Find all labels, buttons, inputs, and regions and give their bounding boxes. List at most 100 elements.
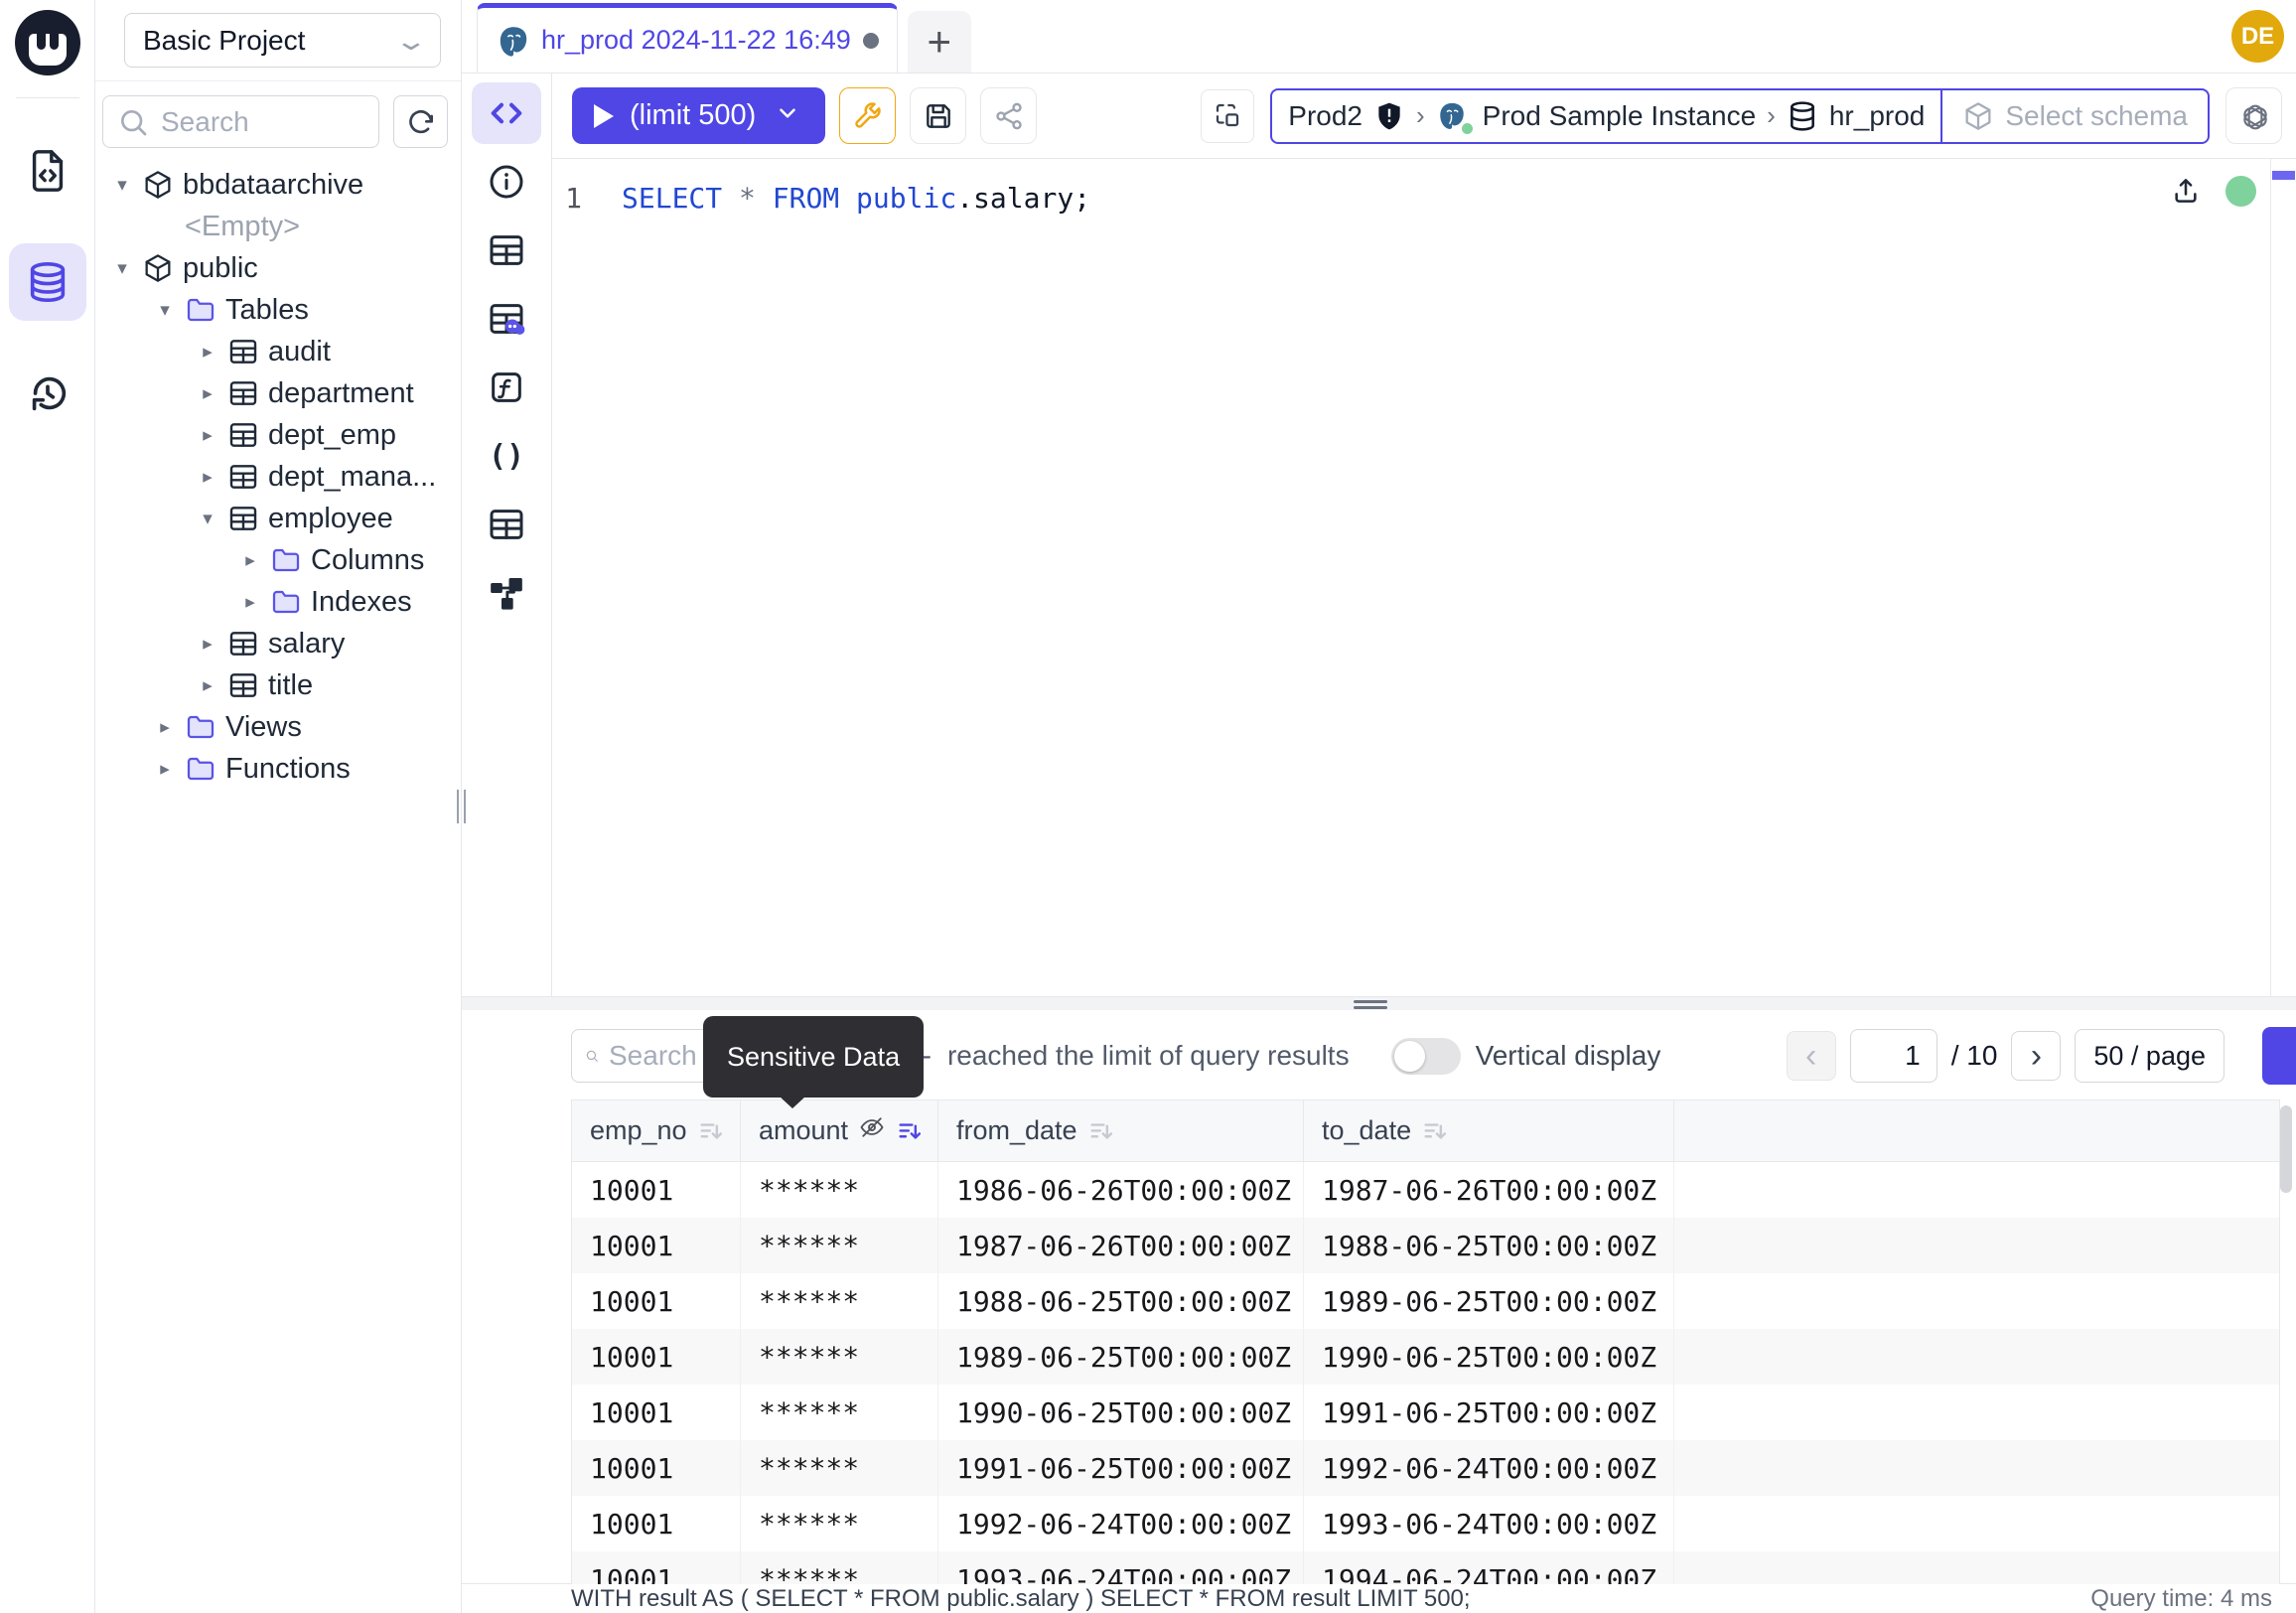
chevron-collapsed-icon[interactable]: ▸ [154,716,176,739]
tree-item-audit[interactable]: ▸ audit [95,331,461,372]
column-header-amount[interactable]: amount [741,1100,938,1161]
table-row[interactable]: 10001******1991-06-25T00:00:00Z1992-06-2… [572,1440,2279,1496]
column-header-emp_no[interactable]: emp_no [572,1100,741,1161]
batch-query-button[interactable] [1201,89,1254,143]
editor-rail-table-detail[interactable] [472,220,541,281]
table-row[interactable]: 10001******1993-06-24T00:00:00Z1994-06-2… [572,1551,2279,1584]
cell-to_date: 1987-06-26T00:00:00Z [1304,1162,1674,1218]
tree-item-public[interactable]: ▾public [95,247,461,289]
bytebase-logo-face [29,34,67,66]
rail-item-history[interactable] [9,355,86,432]
sidebar-resize-handle[interactable] [457,790,466,823]
editor-rail-procedure[interactable]: () [472,425,541,487]
panel-splitter[interactable] [462,996,2296,1010]
sidebar-search-input[interactable] [161,106,364,138]
tree-item-views[interactable]: ▸Views [95,706,461,748]
chevron-collapsed-icon[interactable]: ▸ [197,466,218,489]
sort-icon[interactable] [1421,1117,1449,1145]
splitter-drag-handle-icon[interactable] [1354,1000,1387,1012]
tree-item-dept-emp[interactable]: ▸dept_emp [95,414,461,456]
chevron-expanded-icon[interactable]: ▾ [111,174,133,197]
user-avatar[interactable]: DE [2231,10,2284,63]
share-sheet-button[interactable] [980,87,1037,144]
schema-select[interactable]: Select schema [1942,90,2208,142]
sort-icon[interactable] [1087,1117,1115,1145]
editor-rail-code[interactable] [472,82,541,144]
page-number-input[interactable] [1850,1029,1937,1083]
chevron-collapsed-icon[interactable]: ▸ [239,591,261,614]
table-row[interactable]: 10001******1992-06-24T00:00:00Z1993-06-2… [572,1496,2279,1551]
chevron-expanded-icon[interactable]: ▾ [154,299,176,322]
tree-item-department[interactable]: ▸ department [95,372,461,414]
table-scrollbar-thumb[interactable] [2280,1105,2292,1193]
chevron-collapsed-icon[interactable]: ▸ [197,633,218,656]
editor-rail-masked-data[interactable] [472,288,541,350]
chevron-collapsed-icon[interactable]: ▸ [154,758,176,781]
table-row[interactable]: 10001******1987-06-26T00:00:00Z1988-06-2… [572,1218,2279,1273]
tree-item-label: audit [268,336,331,368]
tree-item-label: department [268,377,414,410]
save-sheet-button[interactable] [910,87,966,144]
new-tab-button[interactable]: + [908,11,971,73]
tree-item-empty[interactable]: <Empty> [95,206,461,247]
refresh-schema-button[interactable] [393,95,448,148]
folder-icon [185,294,216,326]
vertical-display-toggle[interactable] [1391,1038,1461,1075]
run-query-button[interactable]: (limit 500) [572,87,825,144]
editor-scroll-thumb[interactable] [2272,171,2295,180]
cell-filler [1674,1440,2279,1496]
chevron-expanded-icon[interactable]: ▾ [197,508,218,530]
prev-page-button[interactable]: ‹ [1787,1031,1836,1081]
editor-rail-external-table[interactable] [472,494,541,555]
tree-item-bbdataarchive[interactable]: ▾bbdataarchive [95,164,461,206]
tree-item-indexes[interactable]: ▸Indexes [95,581,461,623]
eye-off-icon[interactable] [858,1113,886,1148]
cell-to_date: 1994-06-24T00:00:00Z [1304,1551,1674,1584]
editor-toolbar: (limit 500) [552,73,2296,159]
tree-item-label: <Empty> [185,211,300,243]
chevron-collapsed-icon[interactable]: ▸ [239,549,261,572]
table-row[interactable]: 10001******1990-06-25T00:00:00Z1991-06-2… [572,1385,2279,1440]
tree-item-dept-mana[interactable]: ▸dept_mana... [95,456,461,498]
editor-rail-info[interactable] [472,151,541,213]
tree-item-employee[interactable]: ▾employee [95,498,461,539]
connection-context[interactable]: Prod2 › Prod Sample Instance › [1272,90,1940,142]
format-sql-button[interactable] [839,87,896,144]
column-header-to_date[interactable]: to_date [1304,1100,1674,1161]
editor-rail-schema-diagram[interactable] [472,562,541,624]
tree-item-columns[interactable]: ▸Columns [95,539,461,581]
rail-item-database[interactable] [9,243,86,321]
table-row[interactable]: 10001******1988-06-25T00:00:00Z1989-06-2… [572,1273,2279,1329]
next-page-button[interactable]: › [2011,1031,2061,1081]
chevron-collapsed-icon[interactable]: ▸ [197,424,218,447]
tree-item-title[interactable]: ▸title [95,664,461,706]
cell-emp_no: 10001 [572,1162,741,1218]
shield-icon [1373,100,1405,132]
sort-icon[interactable] [697,1117,725,1145]
editor-rail-function[interactable] [472,357,541,418]
tab-title: hr_prod 2024-11-22 16:49 [541,25,851,56]
upload-icon[interactable] [2170,175,2202,207]
project-select[interactable]: Basic Project ⌄ [124,13,441,68]
rail-item-worksheet[interactable] [9,132,86,210]
masked-data-icon [487,299,526,339]
page-size-select[interactable]: 50 / page [2075,1029,2224,1083]
sort-icon[interactable] [896,1117,924,1145]
tree-item-salary[interactable]: ▸salary [95,623,461,664]
sql-editor[interactable]: 1 SELECT * FROM public.salary; [552,159,2296,996]
sql-statement: SELECT * FROM public.salary; [622,179,1090,219]
tree-item-tables[interactable]: ▾Tables [95,289,461,331]
export-button[interactable] [2262,1027,2296,1085]
ai-assistant-button[interactable] [2225,87,2282,144]
chevron-collapsed-icon[interactable]: ▸ [197,341,218,364]
table-row[interactable]: 10001******1989-06-25T00:00:00Z1990-06-2… [572,1329,2279,1385]
table-row[interactable]: 10001******1986-06-26T00:00:00Z1987-06-2… [572,1162,2279,1218]
chevron-expanded-icon[interactable]: ▾ [111,257,133,280]
editor-scrollbar[interactable] [2270,159,2296,996]
tree-item-functions[interactable]: ▸Functions [95,748,461,790]
tab-hr-prod[interactable]: hr_prod 2024-11-22 16:49 [477,3,898,73]
sidebar-search-box[interactable] [102,95,379,148]
column-header-from_date[interactable]: from_date [938,1100,1304,1161]
chevron-collapsed-icon[interactable]: ▸ [197,382,218,405]
chevron-collapsed-icon[interactable]: ▸ [197,674,218,697]
